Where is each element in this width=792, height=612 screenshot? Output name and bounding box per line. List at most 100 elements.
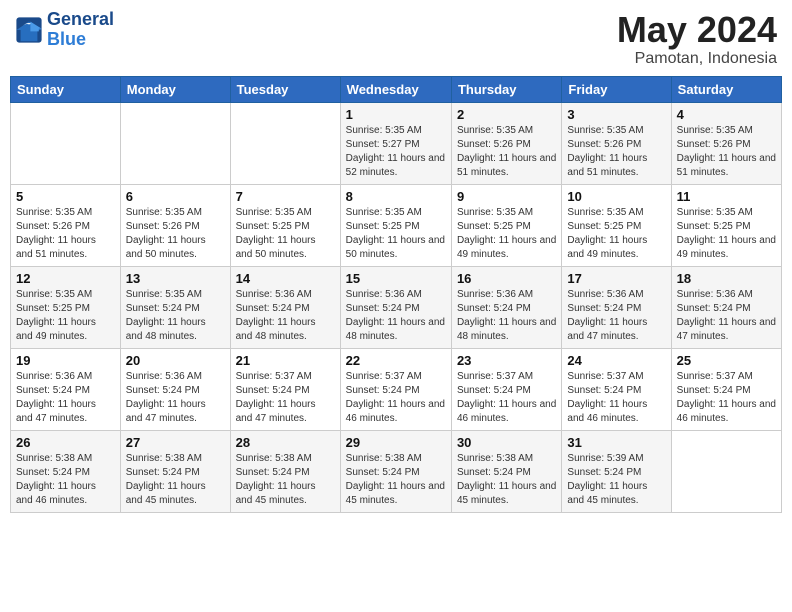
calendar-week-row: 19 Sunrise: 5:36 AM Sunset: 5:24 PM Dayli… [11, 348, 782, 430]
day-number: 12 [16, 271, 115, 286]
weekday-header-wednesday: Wednesday [340, 76, 451, 102]
day-number: 27 [126, 435, 225, 450]
weekday-header-thursday: Thursday [451, 76, 561, 102]
day-number: 4 [677, 107, 776, 122]
day-info: Sunrise: 5:35 AM Sunset: 5:26 PM Dayligh… [457, 124, 556, 180]
day-info: Sunrise: 5:38 AM Sunset: 5:24 PM Dayligh… [126, 452, 225, 508]
day-info: Sunrise: 5:36 AM Sunset: 5:24 PM Dayligh… [236, 288, 335, 344]
day-number: 18 [677, 271, 776, 286]
day-info: Sunrise: 5:35 AM Sunset: 5:27 PM Dayligh… [346, 124, 446, 180]
calendar-cell: 6Sunrise: 5:35 AM Sunset: 5:26 PM Daylig… [120, 184, 230, 266]
calendar-cell: 28 Sunrise: 5:38 AM Sunset: 5:24 PM Dayli… [230, 430, 340, 512]
calendar-cell: 24 Sunrise: 5:37 AM Sunset: 5:24 PM Dayli… [562, 348, 671, 430]
day-number: 29 [346, 435, 446, 450]
calendar-cell: 18 Sunrise: 5:36 AM Sunset: 5:24 PM Dayli… [671, 266, 781, 348]
calendar-cell: 13Sunrise: 5:35 AM Sunset: 5:24 PM Dayli… [120, 266, 230, 348]
page-header: General Blue May 2024 Pamotan, Indonesia [10, 10, 782, 68]
day-info: Sunrise: 5:36 AM Sunset: 5:24 PM Dayligh… [16, 370, 115, 426]
calendar-cell [120, 102, 230, 184]
calendar-cell: 3 Sunrise: 5:35 AM Sunset: 5:26 PM Daylig… [562, 102, 671, 184]
calendar-cell: 14 Sunrise: 5:36 AM Sunset: 5:24 PM Dayli… [230, 266, 340, 348]
day-info: Sunrise: 5:36 AM Sunset: 5:24 PM Dayligh… [567, 288, 665, 344]
day-number: 23 [457, 353, 556, 368]
day-info: Sunrise: 5:37 AM Sunset: 5:24 PM Dayligh… [236, 370, 335, 426]
calendar-cell: 7 Sunrise: 5:35 AM Sunset: 5:25 PM Daylig… [230, 184, 340, 266]
calendar-cell [11, 102, 121, 184]
day-info: Sunrise: 5:39 AM Sunset: 5:24 PM Dayligh… [567, 452, 665, 508]
calendar-cell: 4 Sunrise: 5:35 AM Sunset: 5:26 PM Daylig… [671, 102, 781, 184]
day-info: Sunrise: 5:35 AM Sunset: 5:25 PM Dayligh… [346, 206, 446, 262]
day-number: 16 [457, 271, 556, 286]
day-number: 21 [236, 353, 335, 368]
calendar-cell: 1 Sunrise: 5:35 AM Sunset: 5:27 PM Daylig… [340, 102, 451, 184]
day-number: 1 [346, 107, 446, 122]
calendar-cell: 20Sunrise: 5:36 AM Sunset: 5:24 PM Dayli… [120, 348, 230, 430]
calendar-week-row: 12 Sunrise: 5:35 AM Sunset: 5:25 PM Dayli… [11, 266, 782, 348]
day-number: 11 [677, 189, 776, 204]
calendar-cell: 16 Sunrise: 5:36 AM Sunset: 5:24 PM Dayli… [451, 266, 561, 348]
day-number: 31 [567, 435, 665, 450]
day-info: Sunrise: 5:37 AM Sunset: 5:24 PM Dayligh… [457, 370, 556, 426]
day-info: Sunrise: 5:35 AM Sunset: 5:25 PM Dayligh… [677, 206, 776, 262]
day-number: 22 [346, 353, 446, 368]
calendar-cell: 29 Sunrise: 5:38 AM Sunset: 5:24 PM Dayli… [340, 430, 451, 512]
day-number: 2 [457, 107, 556, 122]
calendar-cell: 26 Sunrise: 5:38 AM Sunset: 5:24 PM Dayli… [11, 430, 121, 512]
day-number: 6 [126, 189, 225, 204]
calendar-cell: 8Sunrise: 5:35 AM Sunset: 5:25 PM Daylig… [340, 184, 451, 266]
calendar-cell: 15 Sunrise: 5:36 AM Sunset: 5:24 PM Dayli… [340, 266, 451, 348]
calendar-cell: 30Sunrise: 5:38 AM Sunset: 5:24 PM Dayli… [451, 430, 561, 512]
day-number: 26 [16, 435, 115, 450]
calendar-cell: 10 Sunrise: 5:35 AM Sunset: 5:25 PM Dayli… [562, 184, 671, 266]
day-number: 13 [126, 271, 225, 286]
calendar-week-row: 1 Sunrise: 5:35 AM Sunset: 5:27 PM Daylig… [11, 102, 782, 184]
weekday-header-saturday: Saturday [671, 76, 781, 102]
calendar-cell: 11 Sunrise: 5:35 AM Sunset: 5:25 PM Dayli… [671, 184, 781, 266]
calendar-cell: 22 Sunrise: 5:37 AM Sunset: 5:24 PM Dayli… [340, 348, 451, 430]
calendar-cell [230, 102, 340, 184]
day-info: Sunrise: 5:35 AM Sunset: 5:26 PM Dayligh… [677, 124, 776, 180]
day-info: Sunrise: 5:38 AM Sunset: 5:24 PM Dayligh… [16, 452, 115, 508]
weekday-header-monday: Monday [120, 76, 230, 102]
calendar-cell: 2 Sunrise: 5:35 AM Sunset: 5:26 PM Daylig… [451, 102, 561, 184]
day-info: Sunrise: 5:36 AM Sunset: 5:24 PM Dayligh… [346, 288, 446, 344]
day-number: 15 [346, 271, 446, 286]
day-number: 9 [457, 189, 556, 204]
calendar-cell: 17 Sunrise: 5:36 AM Sunset: 5:24 PM Dayli… [562, 266, 671, 348]
day-info: Sunrise: 5:38 AM Sunset: 5:24 PM Dayligh… [236, 452, 335, 508]
day-number: 3 [567, 107, 665, 122]
day-info: Sunrise: 5:35 AM Sunset: 5:25 PM Dayligh… [567, 206, 665, 262]
day-number: 5 [16, 189, 115, 204]
calendar-cell: 19 Sunrise: 5:36 AM Sunset: 5:24 PM Dayli… [11, 348, 121, 430]
calendar-table: SundayMondayTuesdayWednesdayThursdayFrid… [10, 76, 782, 513]
day-number: 7 [236, 189, 335, 204]
day-info: Sunrise: 5:35 AM Sunset: 5:26 PM Dayligh… [16, 206, 115, 262]
day-number: 20 [126, 353, 225, 368]
day-number: 17 [567, 271, 665, 286]
calendar-cell: 21 Sunrise: 5:37 AM Sunset: 5:24 PM Dayli… [230, 348, 340, 430]
location-title: Pamotan, Indonesia [617, 50, 777, 68]
day-number: 14 [236, 271, 335, 286]
day-number: 24 [567, 353, 665, 368]
day-info: Sunrise: 5:36 AM Sunset: 5:24 PM Dayligh… [457, 288, 556, 344]
day-info: Sunrise: 5:35 AM Sunset: 5:26 PM Dayligh… [567, 124, 665, 180]
logo-icon [15, 16, 43, 44]
day-number: 28 [236, 435, 335, 450]
calendar-cell [671, 430, 781, 512]
logo: General Blue [15, 10, 114, 50]
title-block: May 2024 Pamotan, Indonesia [617, 10, 777, 68]
day-number: 10 [567, 189, 665, 204]
weekday-header-row: SundayMondayTuesdayWednesdayThursdayFrid… [11, 76, 782, 102]
calendar-cell: 31 Sunrise: 5:39 AM Sunset: 5:24 PM Dayli… [562, 430, 671, 512]
calendar-cell: 27 Sunrise: 5:38 AM Sunset: 5:24 PM Dayli… [120, 430, 230, 512]
month-title: May 2024 [617, 10, 777, 50]
day-info: Sunrise: 5:37 AM Sunset: 5:24 PM Dayligh… [567, 370, 665, 426]
day-info: Sunrise: 5:36 AM Sunset: 5:24 PM Dayligh… [677, 288, 776, 344]
calendar-cell: 23 Sunrise: 5:37 AM Sunset: 5:24 PM Dayli… [451, 348, 561, 430]
day-number: 19 [16, 353, 115, 368]
day-info: Sunrise: 5:35 AM Sunset: 5:25 PM Dayligh… [236, 206, 335, 262]
day-info: Sunrise: 5:37 AM Sunset: 5:24 PM Dayligh… [346, 370, 446, 426]
calendar-week-row: 26 Sunrise: 5:38 AM Sunset: 5:24 PM Dayli… [11, 430, 782, 512]
day-info: Sunrise: 5:35 AM Sunset: 5:25 PM Dayligh… [16, 288, 115, 344]
day-info: Sunrise: 5:38 AM Sunset: 5:24 PM Dayligh… [346, 452, 446, 508]
